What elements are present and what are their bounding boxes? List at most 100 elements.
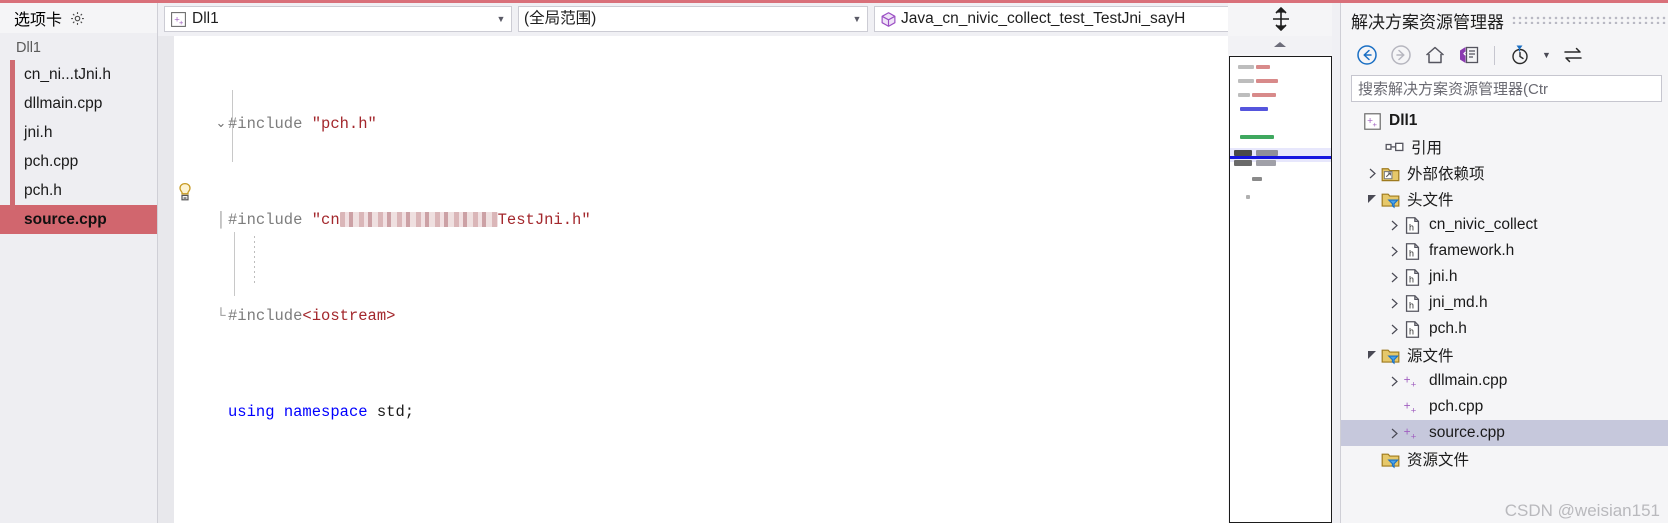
tree-item-label: source.cpp bbox=[1429, 424, 1505, 441]
tab-item-3[interactable]: pch.cpp bbox=[10, 147, 157, 176]
tab-rail bbox=[10, 60, 15, 210]
cpp-file-icon: + + bbox=[1404, 398, 1417, 416]
tree-item-header-file[interactable]: h cn_nivic_collect bbox=[1341, 212, 1668, 238]
scope-dropdown[interactable]: (全局范围) ▼ bbox=[518, 6, 868, 32]
tree-item-label: jni_md.h bbox=[1429, 294, 1488, 311]
code-editor[interactable]: ⌄#include "pch.h" │ #include "cn TestJni.h… bbox=[158, 36, 1228, 523]
tree-item-label: pch.cpp bbox=[1429, 398, 1484, 415]
chevron-right-icon[interactable] bbox=[1385, 246, 1403, 257]
minimap-mark bbox=[1240, 135, 1274, 139]
tree-item-header-file[interactable]: h jni.h bbox=[1341, 264, 1668, 290]
chevron-down-icon[interactable]: ▼ bbox=[493, 7, 509, 31]
svg-text:+: + bbox=[1411, 379, 1417, 390]
tree-item-label: 外部依赖项 bbox=[1407, 166, 1485, 183]
tab-item-1[interactable]: dllmain.cpp bbox=[10, 89, 157, 118]
code-line-5-blank bbox=[214, 496, 1228, 520]
chevron-right-icon[interactable] bbox=[1385, 220, 1403, 231]
minimap-mark bbox=[1252, 93, 1276, 97]
minimap-mark bbox=[1238, 79, 1254, 83]
indent-bar: └ bbox=[216, 307, 226, 325]
tree-item-cpp-file-selected[interactable]: + + source.cpp bbox=[1341, 420, 1668, 446]
code-token: TestJni.h" bbox=[497, 211, 591, 229]
header-file-icon: h bbox=[1405, 216, 1420, 234]
filter-folder-icon bbox=[1381, 193, 1400, 208]
history-filter-icon[interactable] bbox=[1508, 43, 1532, 67]
filter-folder-icon bbox=[1381, 453, 1400, 468]
watermark: CSDN @weisian151 bbox=[1504, 501, 1660, 520]
code-line-4: using namespace std; bbox=[214, 400, 1228, 424]
chevron-right-icon[interactable] bbox=[1385, 272, 1403, 283]
sync-icon[interactable] bbox=[1561, 43, 1585, 67]
chevron-down-icon[interactable] bbox=[1363, 194, 1381, 205]
svg-text:h: h bbox=[1409, 274, 1414, 284]
code-line-1: ⌄#include "pch.h" bbox=[214, 112, 1228, 136]
solution-explorer-title: 解决方案资源管理器 bbox=[1351, 12, 1504, 32]
search-input[interactable]: 搜索解决方案资源管理器(Ctr bbox=[1351, 75, 1662, 102]
minimap-mark bbox=[1252, 177, 1262, 181]
tree-item-header-file[interactable]: h jni_md.h bbox=[1341, 290, 1668, 316]
chevron-down-icon[interactable]: ▼ bbox=[1542, 50, 1551, 60]
svg-text:+: + bbox=[1411, 431, 1417, 442]
panel-splitter[interactable] bbox=[1332, 3, 1340, 523]
tree-item-source-files-folder[interactable]: 源文件 bbox=[1341, 342, 1668, 368]
tree-item-references[interactable]: 引用 bbox=[1341, 134, 1668, 160]
tree-item-cpp-file[interactable]: + + pch.cpp bbox=[1341, 394, 1668, 420]
code-text[interactable]: ⌄#include "pch.h" │ #include "cn TestJni.h… bbox=[214, 36, 1228, 523]
cpp-file-icon: + + bbox=[1404, 424, 1417, 442]
redacted-text bbox=[339, 212, 498, 227]
gear-icon[interactable] bbox=[70, 11, 85, 26]
tree-item-label: jni.h bbox=[1429, 268, 1458, 285]
tree-item-external-dependencies[interactable]: 外部依赖项 bbox=[1341, 160, 1668, 186]
tree-item-resource-files-folder[interactable]: 资源文件 bbox=[1341, 446, 1668, 472]
minimap-mark bbox=[1238, 65, 1254, 69]
minimap-viewport-line[interactable] bbox=[1230, 156, 1331, 159]
cpp-project-icon: + + bbox=[171, 11, 186, 27]
code-token: #include bbox=[228, 211, 312, 229]
minimap-mark bbox=[1240, 107, 1268, 111]
home-icon[interactable] bbox=[1423, 43, 1447, 67]
tree-item-label: pch.h bbox=[1429, 320, 1467, 337]
tree-item-header-file[interactable]: h framework.h bbox=[1341, 238, 1668, 264]
chevron-right-icon[interactable] bbox=[1385, 324, 1403, 335]
tab-item-5-active[interactable]: source.cpp bbox=[0, 205, 157, 234]
minimap[interactable] bbox=[1229, 56, 1332, 523]
header-file-icon: h bbox=[1405, 294, 1420, 312]
solution-explorer-panel: 解决方案资源管理器 ▼ 搜索解决方案资源管理器(Ctr + + Dll1 引用 … bbox=[1340, 3, 1668, 523]
header-file-icon: h bbox=[1405, 268, 1420, 286]
tree-item-project[interactable]: + + Dll1 bbox=[1341, 108, 1668, 134]
tab-panel-project-label: Dll1 bbox=[16, 40, 41, 56]
code-token: <iostream> bbox=[302, 307, 396, 325]
cpp-file-icon: + + bbox=[1404, 372, 1417, 390]
tree-item-label: 引用 bbox=[1411, 140, 1443, 157]
tab-item-2[interactable]: jni.h bbox=[10, 118, 157, 147]
code-token: using bbox=[228, 403, 275, 421]
split-horizontal-icon[interactable] bbox=[1268, 6, 1294, 32]
solution-explorer-toolbar: ▼ bbox=[1341, 37, 1668, 73]
method-cube-icon bbox=[881, 11, 896, 27]
tab-item-4[interactable]: pch.h bbox=[10, 176, 157, 205]
code-token: std; bbox=[367, 403, 415, 421]
code-line-2: │ #include "cn TestJni.h" bbox=[214, 208, 1228, 232]
chevron-right-icon[interactable] bbox=[1385, 428, 1403, 439]
project-dropdown[interactable]: + + Dll1 ▼ bbox=[164, 6, 512, 32]
cpp-project-icon: + + bbox=[1364, 112, 1381, 130]
svg-text:+: + bbox=[1404, 424, 1411, 438]
tree-item-cpp-file[interactable]: + + dllmain.cpp bbox=[1341, 368, 1668, 394]
tab-item-0[interactable]: cn_ni...tJni.h bbox=[10, 60, 157, 89]
svg-text:h: h bbox=[1409, 326, 1414, 336]
svg-text:+: + bbox=[1404, 372, 1411, 386]
back-icon[interactable] bbox=[1355, 43, 1379, 67]
fold-open-icon[interactable]: ⌄ bbox=[214, 112, 228, 136]
chevron-down-icon[interactable]: ▼ bbox=[849, 7, 865, 31]
tree-item-header-file[interactable]: h pch.h bbox=[1341, 316, 1668, 342]
chevron-right-icon[interactable] bbox=[1385, 376, 1403, 387]
scroll-up-button[interactable] bbox=[1228, 36, 1332, 54]
chevron-right-icon[interactable] bbox=[1385, 298, 1403, 309]
tree-item-header-files-folder[interactable]: 头文件 bbox=[1341, 186, 1668, 212]
drag-handle-dots[interactable] bbox=[1512, 16, 1668, 24]
chevron-right-icon[interactable] bbox=[1363, 168, 1381, 179]
pending-changes-icon[interactable] bbox=[1457, 43, 1481, 67]
lightbulb-icon[interactable] bbox=[176, 182, 194, 202]
minimap-mark bbox=[1238, 93, 1250, 97]
chevron-down-icon[interactable] bbox=[1363, 350, 1381, 361]
